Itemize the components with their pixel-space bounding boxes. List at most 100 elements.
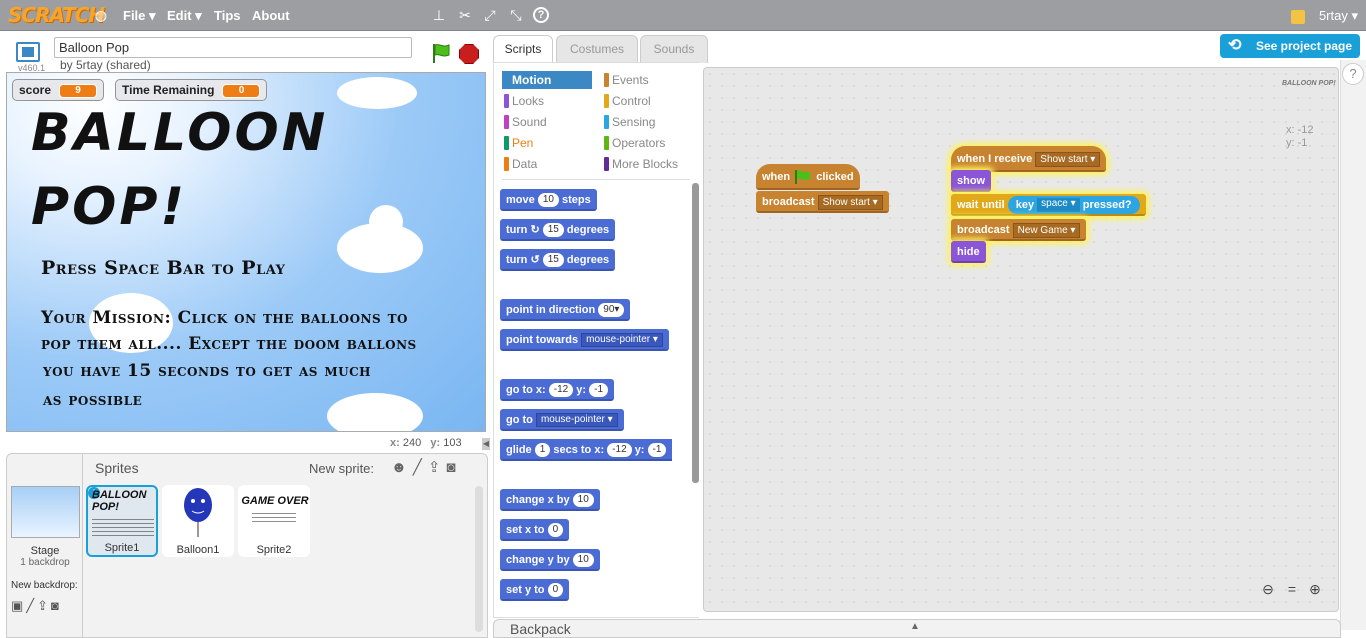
block-hide[interactable]: hide (951, 241, 986, 263)
about-menu[interactable]: About (252, 0, 290, 31)
duplicate-stamp-icon[interactable]: ⊥ (430, 6, 448, 24)
category-events[interactable]: Events (602, 71, 692, 89)
score-monitor[interactable]: score 9 (12, 79, 105, 101)
zoom-reset-icon[interactable]: = (1282, 580, 1302, 598)
block-point-towards[interactable]: point towards mouse-pointer ▾ (500, 329, 669, 351)
fullscreen-button[interactable] (16, 42, 40, 62)
user-menu[interactable]: 5rtay ▾ (1290, 0, 1358, 31)
edit-menu[interactable]: Edit ▾ (167, 0, 202, 31)
block-palette: Motion Events Looks Control Sound Sensin… (493, 62, 699, 618)
zoom-out-icon[interactable]: ⊖ (1258, 580, 1278, 598)
delete-scissors-icon[interactable]: ✂ (456, 6, 474, 24)
block-wait-until[interactable]: wait until key space ▾ pressed? (951, 194, 1146, 216)
stage-canvas[interactable]: score 9 Time Remaining 0 BALLOON POP! Pres… (6, 72, 486, 432)
category-pen[interactable]: Pen (502, 134, 592, 152)
paint-backdrop-icon[interactable]: ╱ (26, 598, 37, 613)
category-looks[interactable]: Looks (502, 92, 592, 110)
tab-sounds[interactable]: Sounds (640, 35, 708, 63)
category-sensing[interactable]: Sensing (602, 113, 692, 131)
category-data[interactable]: Data (502, 155, 592, 173)
sprite1-thumb-lines (92, 519, 154, 537)
sprite-name: Sprite2 (256, 544, 292, 556)
globe-icon[interactable]: ◍ (92, 6, 110, 24)
palette-scrollbar[interactable] (692, 183, 699, 483)
sprite-list-scrollbar[interactable] (475, 486, 483, 632)
turn-right-icon: ↻ (530, 224, 540, 236)
new-backdrop-label: New backdrop: (11, 580, 78, 591)
file-menu[interactable]: File ▾ (123, 0, 156, 31)
help-tips-icon[interactable]: ? (1342, 63, 1364, 85)
category-operators[interactable]: Operators (602, 134, 692, 152)
project-title-input[interactable]: Balloon Pop (54, 37, 412, 58)
block-change-y[interactable]: change y by 10 (500, 549, 600, 571)
collapse-stage-button[interactable]: ◀ (482, 438, 490, 450)
block-move-steps[interactable]: move 10 steps (500, 189, 597, 211)
help-icon[interactable]: ? (533, 7, 549, 23)
stage-thumbnail[interactable] (11, 486, 80, 538)
new-sprite-label: New sprite: (309, 461, 375, 476)
block-broadcast-new-game[interactable]: broadcast New Game ▾ (951, 219, 1087, 241)
sprite-thumbnail-preview: BALLOON POP! (1282, 80, 1336, 87)
block-broadcast-show-start[interactable]: broadcast Show start ▾ (756, 191, 889, 213)
green-flag-icon (795, 170, 811, 185)
block-go-to[interactable]: go to mouse-pointer ▾ (500, 409, 624, 431)
block-set-y[interactable]: set y to 0 (500, 579, 570, 601)
see-project-page-button[interactable]: ⟲ See project page (1220, 34, 1360, 58)
cloud-shape (369, 205, 403, 239)
grow-icon[interactable]: ⤢ (481, 6, 499, 24)
scratch-logo[interactable]: SCRATCH (8, 3, 105, 27)
block-point-in-direction[interactable]: point in direction 90▾ (500, 299, 631, 321)
stage-mission-line: pop them all.... Except the doom ballons (41, 334, 417, 354)
choose-sprite-icon[interactable]: ☻ (391, 459, 413, 476)
stage-header: v460.1 Balloon Pop by 5rtay (shared) (6, 36, 486, 73)
help-sidebar (1340, 60, 1366, 630)
green-flag-icon[interactable] (430, 42, 452, 64)
category-control[interactable]: Control (602, 92, 692, 110)
stage-column: Stage 1 backdrop New backdrop: ▣╱⇪◙ (7, 454, 83, 637)
camera-backdrop-icon[interactable]: ◙ (51, 598, 62, 613)
stage-title-line1: BALLOON (31, 103, 329, 163)
category-sound[interactable]: Sound (502, 113, 592, 131)
time-remaining-monitor[interactable]: Time Remaining 0 (115, 79, 268, 101)
upload-sprite-icon[interactable]: ⇪ (428, 459, 447, 476)
block-change-x[interactable]: change x by 10 (500, 489, 600, 511)
sprite-name: Balloon1 (176, 544, 220, 556)
upload-backdrop-icon[interactable]: ⇪ (37, 598, 51, 613)
block-set-x[interactable]: set x to 0 (500, 519, 570, 541)
block-go-to-xy[interactable]: go to x: -12 y: -1 (500, 379, 615, 401)
tab-scripts[interactable]: Scripts (493, 35, 553, 63)
stage-title-line2: POP! (31, 177, 188, 237)
sprite-pane: Stage 1 backdrop New backdrop: ▣╱⇪◙ Spri… (6, 453, 488, 638)
backpack-expand-icon[interactable]: ▲ (910, 621, 920, 632)
project-byline: by 5rtay (shared) (60, 58, 151, 72)
mouse-coordinates: x: 240 y: 103 (390, 437, 462, 449)
choose-backdrop-icon[interactable]: ▣ (11, 598, 26, 613)
camera-sprite-icon[interactable]: ◙ (446, 459, 461, 476)
my-stuff-folder-icon[interactable] (1290, 9, 1305, 24)
category-more-blocks[interactable]: More Blocks (602, 155, 692, 173)
paint-sprite-icon[interactable]: ╱ (413, 459, 428, 476)
block-glide[interactable]: glide 1 secs to x: -12 y: -1 (500, 439, 673, 461)
sprite1-thumb-text: BALLOON POP! (92, 489, 147, 513)
block-turn-left[interactable]: turn ↺ 15 degrees (500, 249, 616, 271)
cloud-shape (327, 393, 423, 431)
tips-menu[interactable]: Tips (214, 0, 241, 31)
turn-left-icon: ↺ (530, 254, 540, 266)
stop-button[interactable] (459, 44, 479, 64)
block-when-i-receive[interactable]: when I receive Show start ▾ (951, 146, 1107, 172)
block-turn-right[interactable]: turn ↻ 15 degrees (500, 219, 616, 241)
sprite-tile-sprite2[interactable]: GAME OVER Sprite2 (238, 485, 310, 557)
shrink-icon[interactable]: ⤡ (507, 6, 525, 24)
block-show[interactable]: show (951, 170, 992, 192)
sprite-tile-sprite1[interactable]: i BALLOON POP! Sprite1 (86, 485, 158, 557)
block-key-pressed[interactable]: key space ▾ pressed? (1007, 196, 1140, 214)
time-remaining-value: 0 (222, 83, 261, 98)
balloon-thumb-icon (184, 488, 212, 537)
category-motion[interactable]: Motion (502, 71, 592, 89)
tab-costumes[interactable]: Costumes (556, 35, 638, 63)
menu-bar: SCRATCH ◍ File ▾ Edit ▾ Tips About ⊥ ✂ ⤢… (0, 0, 1366, 31)
palette-divider (502, 179, 690, 180)
sprite-tile-balloon1[interactable]: Balloon1 (162, 485, 234, 557)
zoom-in-icon[interactable]: ⊕ (1305, 580, 1325, 598)
block-when-flag-clicked[interactable]: when clicked (756, 164, 860, 190)
